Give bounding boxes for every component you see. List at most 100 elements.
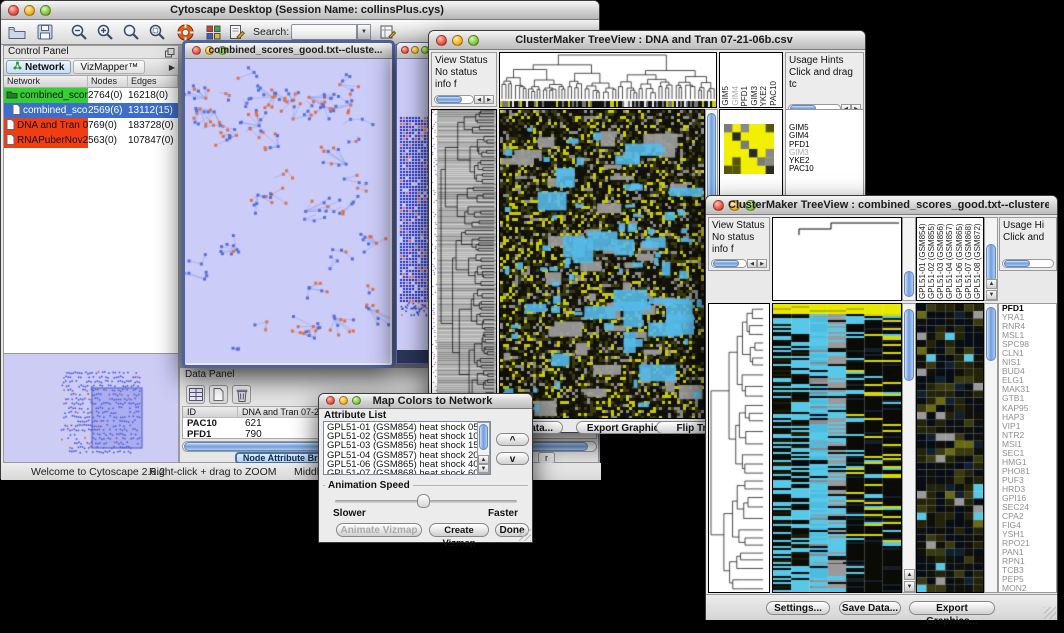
network-row[interactable]: combined_scores2764(0)16218(0) [4, 88, 178, 103]
close-button[interactable] [192, 46, 201, 55]
close-button[interactable] [713, 200, 724, 211]
treeview2-titlebar[interactable]: ClusterMaker TreeView : combined_scores_… [706, 196, 1057, 215]
annotation-icon[interactable] [226, 22, 248, 42]
attribute-list-item[interactable]: GPL51-01 (GSM854) heat shock 05 min [327, 423, 490, 432]
attribute-list-scrollbar[interactable]: ▲ ▼ [477, 422, 490, 474]
tv2-heatmap-vscrollbar[interactable]: ▲ ▼ [902, 303, 916, 593]
tv2-scrollbar-a-top[interactable] [902, 217, 916, 301]
main-titlebar[interactable]: Cytoscape Desktop (Session Name: collins… [1, 1, 599, 20]
speed-slider-thumb[interactable] [417, 494, 430, 508]
gene-label[interactable]: ELG1 [1002, 376, 1056, 385]
gene-label[interactable]: PUF3 [1002, 476, 1056, 485]
zoom-in-icon[interactable] [94, 22, 116, 42]
tv1-row-dendrogram[interactable] [431, 109, 497, 419]
resize-grip[interactable] [1044, 607, 1056, 619]
tv1-heatmap[interactable] [499, 109, 705, 419]
tv2-genelist-vscrollbar[interactable] [984, 303, 998, 593]
help-lifering-icon[interactable] [174, 22, 196, 42]
attribute-list-item[interactable]: GPL51-03 (GSM856) heat shock 15 min [327, 441, 490, 450]
dialog-titlebar[interactable]: Map Colors to Network [319, 394, 532, 409]
network-row[interactable]: DNA and Tran 07769(0)183728(0) [4, 118, 178, 133]
gene-label[interactable]: TCB3 [1002, 566, 1056, 575]
attribute-list-item[interactable]: GPL51-04 (GSM857) heat shock 20 min [327, 451, 490, 460]
float-panel-icon[interactable] [165, 48, 175, 61]
col-network[interactable]: Network [4, 76, 88, 87]
gene-label[interactable]: SPC98 [1002, 340, 1056, 349]
tv2-button-export-graphics-[interactable]: Export Graphics... [909, 601, 995, 615]
gene-label[interactable]: MAK31 [1002, 385, 1056, 394]
attribute-list-item[interactable]: GPL51-07 (GSM868) heat shock 60 min [327, 469, 490, 475]
tv2-button-settings-[interactable]: Settings... [766, 601, 830, 615]
vizmapper-grid-icon[interactable] [202, 22, 224, 42]
tv2-button-save-data-[interactable]: Save Data... [839, 601, 901, 615]
gene-label[interactable]: CPA2 [1002, 512, 1056, 521]
move-down-button[interactable]: v [496, 452, 529, 465]
create-vizmap-button[interactable]: Create Vizmap [429, 523, 489, 537]
open-file-icon[interactable] [6, 22, 28, 42]
view-status-scrollbar[interactable]: ◀▶ [711, 258, 767, 268]
close-button[interactable] [8, 5, 19, 16]
gene-label[interactable]: PHO81 [1002, 467, 1056, 476]
gene-label[interactable]: GTB1 [1002, 394, 1056, 403]
gene-label[interactable]: RNR4 [1002, 322, 1056, 331]
tv1-summary-matrix[interactable] [724, 124, 774, 174]
gene-label[interactable]: HRD3 [1002, 485, 1056, 494]
tv2-heatmap[interactable] [772, 303, 902, 593]
resize-grip[interactable] [519, 529, 531, 541]
network-overview-panel[interactable] [4, 353, 178, 462]
network-row[interactable]: RNAPuberNov2+563(0)107847(0) [4, 133, 178, 148]
gene-label[interactable]: RPO21 [1002, 539, 1056, 548]
gene-label[interactable]: RPN1 [1002, 557, 1056, 566]
gene-label[interactable]: HAP3 [1002, 413, 1056, 422]
tv1-column-dendrogram[interactable] [499, 52, 717, 108]
col-nodes[interactable]: Nodes [88, 76, 128, 87]
tv2-row-dendrogram[interactable] [708, 303, 770, 593]
attribute-select-icon[interactable] [186, 385, 205, 404]
view-status-scrollbar[interactable]: ◀▶ [434, 94, 494, 104]
gene-label[interactable]: MSI1 [1002, 440, 1056, 449]
gene-label[interactable]: PEP5 [1002, 575, 1056, 584]
gene-label[interactable]: MON2 [1002, 584, 1056, 593]
search-input[interactable] [291, 24, 357, 40]
gene-label[interactable]: HMG1 [1002, 458, 1056, 467]
close-button[interactable] [326, 396, 335, 405]
new-attribute-icon[interactable] [209, 385, 228, 404]
close-button[interactable] [401, 46, 409, 54]
gene-label[interactable]: NTR2 [1002, 431, 1056, 440]
move-up-button[interactable]: ^ [496, 433, 529, 446]
zoom-out-icon[interactable] [68, 22, 90, 42]
close-button[interactable] [436, 35, 447, 46]
network-view-canvas[interactable] [185, 59, 390, 363]
gene-label[interactable]: MSL1 [1002, 331, 1056, 340]
col-id[interactable]: ID [183, 407, 238, 417]
attribute-list-item[interactable]: GPL51-06 (GSM865) heat shock 40 min [327, 460, 490, 469]
attribute-list-item[interactable]: GPL51-02 (GSM855) heat shock 10 min [327, 432, 490, 441]
gene-label[interactable]: YSH1 [1002, 530, 1056, 539]
gene-label[interactable]: NIS1 [1002, 358, 1056, 367]
tab-network[interactable]: Network [6, 60, 71, 74]
zoom-fit-icon[interactable] [120, 22, 142, 42]
tv2-zoom-heatmap[interactable] [916, 303, 984, 593]
gene-label[interactable]: YRA1 [1002, 313, 1056, 322]
gene-label[interactable]: SEC24 [1002, 503, 1056, 512]
tv2-column-dendrogram[interactable] [772, 217, 902, 301]
gene-label[interactable]: GPI16 [1002, 494, 1056, 503]
animate-vizmap-button[interactable]: Animate Vizmap [336, 523, 422, 537]
tab-vizmapper[interactable]: VizMapper™ [73, 60, 145, 74]
gene-label[interactable]: CLN1 [1002, 349, 1056, 358]
minimize-button[interactable] [411, 46, 419, 54]
gene-label[interactable]: SEC1 [1002, 449, 1056, 458]
attribute-listbox[interactable]: GPL51-01 (GSM854) heat shock 05 minGPL51… [323, 421, 491, 475]
delete-attribute-icon[interactable] [232, 385, 251, 404]
zoom-selected-icon[interactable] [146, 22, 168, 42]
dense-network-canvas[interactable] [397, 59, 431, 351]
network-row[interactable]: combined_sco2569(6)13112(15) [4, 103, 178, 118]
gene-label[interactable]: FIG4 [1002, 521, 1056, 530]
save-icon[interactable] [34, 22, 56, 42]
col-edges[interactable]: Edges [128, 76, 178, 87]
gene-label[interactable]: PFD1 [1002, 304, 1056, 313]
search-dropdown-icon[interactable]: ▼ [357, 24, 371, 40]
network-frame-titlebar[interactable]: combined_scores_good.txt--cluste... [185, 43, 392, 59]
gene-label[interactable]: BUD4 [1002, 367, 1056, 376]
treeview1-titlebar[interactable]: ClusterMaker TreeView : DNA and Tran 07-… [429, 31, 865, 50]
